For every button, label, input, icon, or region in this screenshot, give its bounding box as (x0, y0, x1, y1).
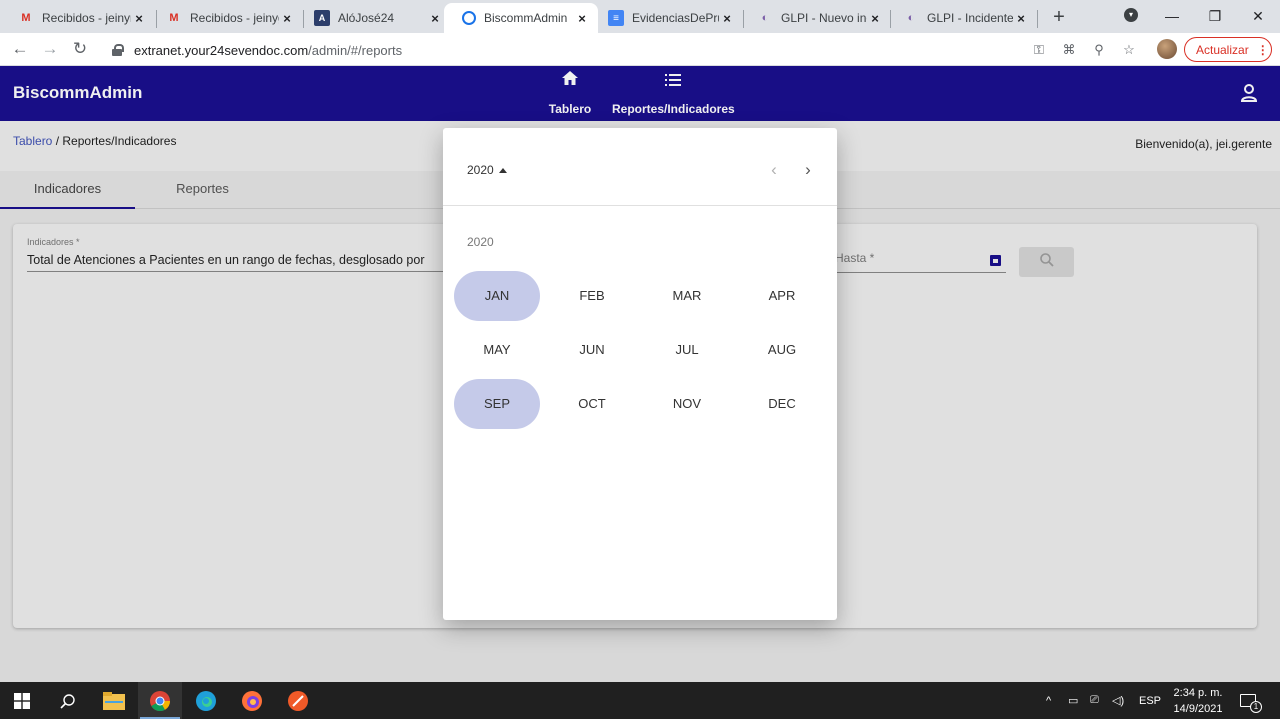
previous-year-icon[interactable]: ‹ (764, 159, 784, 181)
next-year-icon[interactable]: › (798, 159, 818, 181)
restore-icon[interactable]: ❐ (1203, 4, 1227, 28)
browser-tabstrip: M Recibidos - jeinym × M Recibidos - jei… (0, 0, 1280, 33)
year-toggle-button[interactable]: 2020 (467, 163, 507, 177)
file-explorer-icon[interactable] (92, 682, 136, 719)
minimize-icon[interactable]: — (1160, 4, 1184, 28)
more-icon: ⋮ (1256, 42, 1269, 57)
month-mar[interactable]: MAR (644, 271, 730, 321)
biscomm-icon (462, 11, 476, 25)
month-dec[interactable]: DEC (739, 379, 825, 429)
tab-title: GLPI - Nuevo inci (781, 11, 867, 25)
browser-tab[interactable]: A AlóJosé24 × (296, 3, 451, 33)
month-nov[interactable]: NOV (644, 379, 730, 429)
new-tab-button[interactable]: + (1047, 6, 1071, 30)
month-apr[interactable]: APR (739, 271, 825, 321)
chrome-icon[interactable] (138, 682, 182, 719)
browser-tab[interactable]: ≡ EvidenciasDePrue × (590, 3, 743, 33)
tab-title: GLPI - Incidentes (927, 11, 1013, 25)
tab-title: Recibidos - jeinyg (190, 11, 279, 25)
month-aug[interactable]: AUG (739, 325, 825, 375)
close-tab-icon[interactable]: × (1013, 10, 1029, 26)
docs-icon: ≡ (608, 10, 624, 26)
volume-icon[interactable]: ◁) (1112, 682, 1124, 719)
picker-year: 2020 (467, 163, 494, 177)
close-tab-icon[interactable]: × (427, 10, 443, 26)
search-icon[interactable] (46, 682, 90, 719)
app-orange-icon[interactable] (276, 682, 320, 719)
glpi-icon: ◐ (907, 12, 915, 24)
translate-icon[interactable]: ⌘ (1060, 41, 1078, 59)
back-icon[interactable]: ← (8, 38, 32, 62)
browser-tab[interactable]: M Recibidos - jeinym × (0, 3, 155, 33)
zoom-icon[interactable]: ⚲ (1090, 41, 1108, 59)
month-jul[interactable]: JUL (644, 325, 730, 375)
close-tab-icon[interactable]: × (867, 10, 883, 26)
browser-tab[interactable]: ◐ GLPI - Nuevo inci × (739, 3, 891, 33)
month-may[interactable]: MAY (454, 325, 540, 375)
address-bar[interactable]: extranet.your24sevendoc.com/admin/#/repo… (102, 36, 1148, 64)
close-tab-icon[interactable]: × (719, 10, 735, 26)
tray-chevron-icon[interactable]: ^ (1046, 682, 1051, 719)
notification-count: 1 (1250, 701, 1262, 713)
glpi-icon: ◐ (761, 12, 769, 24)
close-window-icon[interactable]: ✕ (1246, 4, 1270, 28)
caret-up-icon (498, 167, 507, 173)
reload-icon[interactable]: ↻ (68, 38, 92, 62)
month-jun[interactable]: JUN (549, 325, 635, 375)
language-indicator[interactable]: ESP (1139, 682, 1161, 719)
notifications-icon[interactable]: 1 (1240, 682, 1262, 719)
network-icon[interactable]: ⎚ (1090, 682, 1099, 719)
month-jan[interactable]: JAN (454, 271, 540, 321)
edge-icon[interactable] (184, 682, 228, 719)
browser-tab[interactable]: ◐ GLPI - Incidentes × (885, 3, 1037, 33)
tab-title: AlóJosé24 (338, 11, 395, 25)
month-picker-dialog: 2020 ‹ › 2020 JAN FEB MAR APR MAY JUN JU… (443, 128, 837, 620)
month-sep[interactable]: SEP (454, 379, 540, 429)
period-label: 2020 (467, 235, 494, 249)
lock-icon (112, 44, 124, 56)
bookmark-star-icon[interactable]: ☆ (1120, 41, 1138, 59)
month-feb[interactable]: FEB (549, 271, 635, 321)
browser-toolbar: ← → ↻ extranet.your24sevendoc.com/admin/… (0, 33, 1280, 66)
firefox-icon[interactable] (230, 682, 274, 719)
clock-time: 2:34 p. m. (1173, 687, 1223, 699)
gmail-icon: M (21, 12, 31, 24)
tab-title: EvidenciasDePrue (632, 11, 719, 25)
tab-search-icon[interactable]: ▾ (1124, 8, 1138, 22)
key-icon[interactable]: ⚿ (1030, 41, 1048, 59)
system-clock[interactable]: 2:34 p. m. 14/9/2021 (1168, 685, 1228, 717)
close-tab-icon[interactable]: × (279, 10, 295, 26)
month-oct[interactable]: OCT (549, 379, 635, 429)
browser-tab[interactable]: M Recibidos - jeinyg × (148, 3, 303, 33)
browser-tab-active[interactable]: BiscommAdmin × (444, 3, 598, 33)
url-text: extranet.your24sevendoc.com/admin/#/repo… (134, 42, 403, 58)
alojose-icon: A (314, 10, 330, 26)
clock-date: 14/9/2021 (1173, 703, 1223, 715)
windows-start-icon[interactable] (0, 682, 44, 719)
profile-avatar[interactable] (1157, 39, 1177, 59)
battery-icon[interactable]: ▭ (1068, 682, 1078, 719)
tab-title: BiscommAdmin (484, 11, 568, 25)
tab-divider (1037, 10, 1038, 28)
os-taskbar: ^ ▭ ⎚ ◁) ESP 2:34 p. m. 14/9/2021 1 (0, 682, 1280, 719)
picker-header: 2020 ‹ › (443, 128, 837, 206)
gmail-icon: M (169, 12, 179, 24)
update-button[interactable]: Actualizar ⋮ (1184, 37, 1272, 62)
tab-title: Recibidos - jeinym (42, 11, 131, 25)
close-tab-icon[interactable]: × (574, 10, 590, 26)
forward-icon[interactable]: → (38, 38, 62, 62)
update-label: Actualizar (1196, 42, 1249, 57)
close-tab-icon[interactable]: × (131, 10, 147, 26)
